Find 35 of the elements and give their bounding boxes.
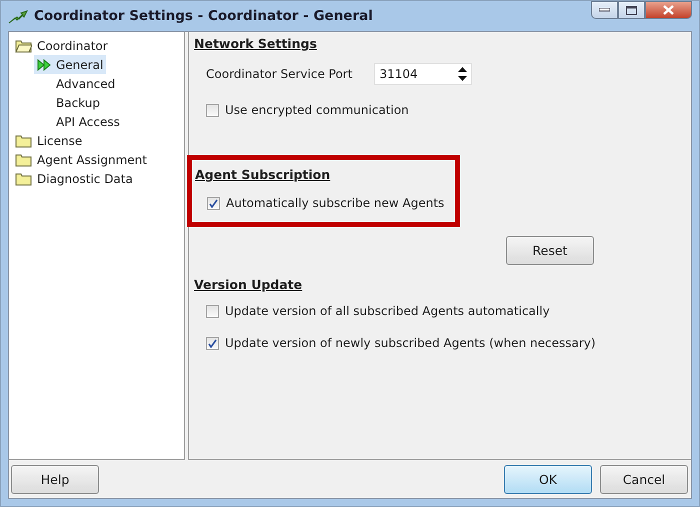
tree-item[interactable]: Backup: [34, 93, 103, 112]
maximize-button[interactable]: [618, 1, 645, 19]
minimize-icon: [599, 8, 610, 12]
checkbox-label: Automatically subscribe new Agents: [226, 196, 444, 210]
section-heading: Version Update: [194, 277, 304, 292]
reset-button[interactable]: Reset: [506, 236, 594, 265]
checkbox[interactable]: [206, 104, 219, 116]
dialog-button[interactable]: Help: [11, 464, 99, 494]
close-icon: [663, 5, 674, 15]
tree-item[interactable]: API Access: [34, 112, 123, 131]
section-heading: Agent Subscription: [195, 167, 332, 182]
field-label: Coordinator Service Port: [206, 67, 352, 81]
tree-item[interactable]: Advanced: [34, 74, 118, 93]
checkbox[interactable]: [206, 304, 219, 318]
checkbox[interactable]: [206, 336, 219, 350]
checkbox[interactable]: [207, 196, 220, 210]
app-icon: [8, 7, 28, 25]
arrow-icon: [37, 58, 51, 70]
section-heading: Network Settings: [194, 36, 318, 51]
tree-item[interactable]: Diagnostic Data: [12, 169, 136, 188]
maximize-icon: [626, 6, 637, 14]
checkbox-label: Update version of newly subscribed Agents (when necessary): [225, 336, 596, 350]
tree-item[interactable]: License: [12, 131, 86, 150]
window-title: Coordinator Settings - Coordinator - General: [34, 8, 373, 24]
dialog-button[interactable]: OK: [504, 464, 592, 494]
tree-item[interactable]: Coordinator: [12, 36, 111, 55]
dialog-button[interactable]: Cancel: [600, 464, 688, 494]
checkbox-label: Update version of all subscribed Agents automatically: [225, 304, 550, 318]
port-field[interactable]: 31104: [374, 63, 472, 85]
spin-arrows-icon[interactable]: [458, 67, 468, 81]
tree-item[interactable]: Agent Assignment: [12, 150, 150, 169]
checkbox-label: Use encrypted communication: [225, 103, 409, 117]
minimize-button[interactable]: [591, 1, 618, 19]
close-button[interactable]: [645, 1, 692, 19]
tree-item[interactable]: General: [34, 55, 106, 74]
